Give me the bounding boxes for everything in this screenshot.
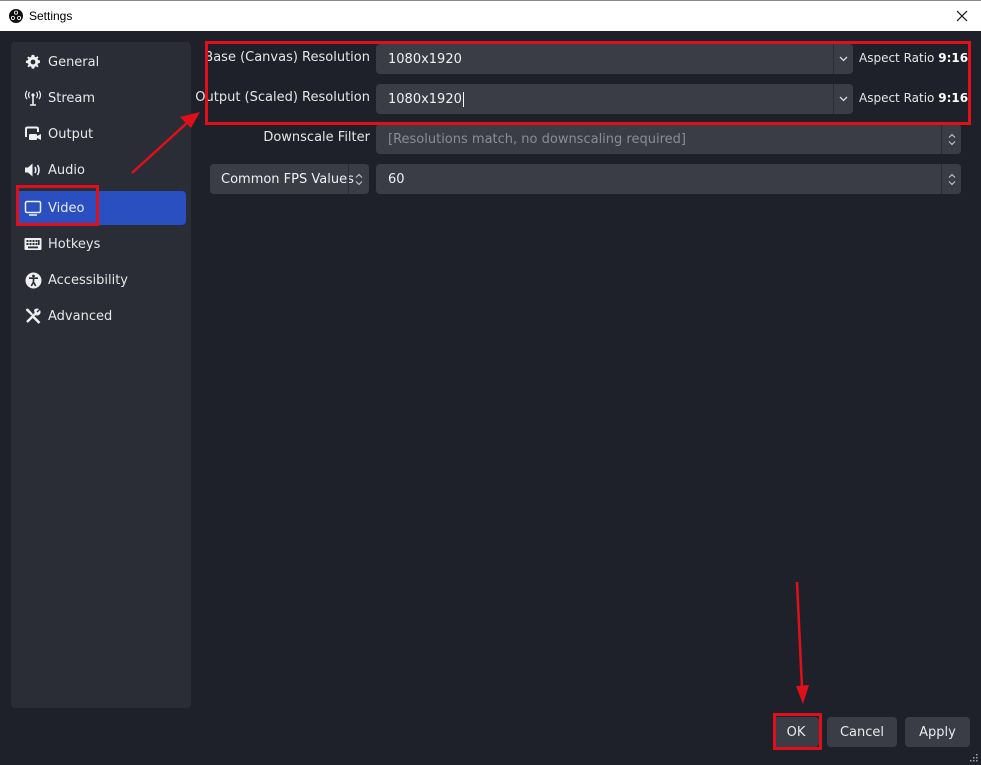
up-down-chevron-icon — [355, 173, 363, 185]
antenna-icon — [24, 89, 42, 107]
sidebar-item-accessibility[interactable]: Accessibility — [16, 263, 186, 297]
video-settings-panel: Base (Canvas) Resolution 1080x1920 Aspec… — [195, 31, 981, 711]
base-resolution-dropdown-button[interactable] — [833, 44, 853, 74]
base-resolution-label: Base (Canvas) Resolution — [204, 50, 370, 65]
gear-icon — [24, 53, 42, 71]
sidebar-item-stream[interactable]: Stream — [16, 81, 186, 115]
downscale-filter-spinner[interactable] — [941, 124, 961, 154]
sidebar-item-general[interactable]: General — [16, 45, 186, 79]
sidebar-item-output[interactable]: Output — [16, 117, 186, 151]
obs-logo-icon — [9, 9, 23, 23]
up-down-chevron-icon — [948, 173, 955, 185]
close-icon — [956, 10, 968, 22]
settings-window: General Stream Output Audio Video Hotkey… — [0, 31, 981, 765]
output-resolution-combobox[interactable]: 1080x1920 — [376, 84, 853, 114]
accessibility-icon — [24, 271, 42, 289]
settings-sidebar: General Stream Output Audio Video Hotkey… — [11, 42, 191, 708]
fps-type-spinner[interactable] — [348, 164, 369, 194]
fps-value: 60 — [388, 171, 405, 187]
base-resolution-value[interactable]: 1080x1920 — [376, 52, 462, 67]
output-resolution-dropdown-button[interactable] — [833, 84, 853, 114]
sidebar-item-video[interactable]: Video — [16, 191, 186, 225]
output-aspect-ratio: Aspect Ratio 9:16 — [859, 91, 969, 105]
monitor-icon — [24, 199, 42, 217]
base-aspect-ratio: Aspect Ratio 9:16 — [859, 51, 969, 65]
tools-icon — [24, 307, 42, 325]
output-resolution-value[interactable]: 1080x1920 — [376, 91, 464, 107]
keyboard-icon — [24, 235, 42, 253]
base-resolution-combobox[interactable]: 1080x1920 — [376, 44, 853, 74]
base-resolution-row: Base (Canvas) Resolution 1080x1920 Aspec… — [200, 44, 981, 74]
sidebar-item-audio[interactable]: Audio — [16, 153, 186, 187]
fps-value-select[interactable]: 60 — [376, 164, 961, 194]
chevron-down-icon — [839, 56, 848, 62]
output-resolution-row: Output (Scaled) Resolution 1080x1920 Asp… — [195, 84, 981, 114]
downscale-filter-value: [Resolutions match, no downscaling requi… — [388, 131, 686, 147]
ok-button[interactable]: OK — [773, 717, 819, 747]
fps-value-spinner[interactable] — [941, 164, 961, 194]
apply-button[interactable]: Apply — [905, 717, 970, 747]
speaker-icon — [24, 161, 42, 179]
sidebar-item-hotkeys[interactable]: Hotkeys — [16, 227, 186, 261]
fps-row: Common FPS Values 60 — [200, 164, 981, 194]
output-icon — [24, 125, 42, 143]
resize-grip-icon[interactable] — [970, 754, 978, 762]
text-cursor — [462, 91, 464, 107]
fps-type-value: Common FPS Values — [221, 171, 354, 187]
window-title: Settings — [29, 9, 73, 23]
up-down-chevron-icon — [948, 133, 955, 145]
chevron-down-icon — [839, 96, 848, 102]
close-button[interactable] — [949, 5, 975, 27]
downscale-filter-select[interactable]: [Resolutions match, no downscaling requi… — [376, 124, 961, 154]
output-resolution-label: Output (Scaled) Resolution — [195, 90, 370, 105]
downscale-filter-row: Downscale Filter [Resolutions match, no … — [200, 124, 981, 154]
fps-type-select[interactable]: Common FPS Values — [210, 164, 369, 194]
downscale-filter-label: Downscale Filter — [263, 130, 370, 145]
title-bar: Settings — [0, 0, 981, 31]
cancel-button[interactable]: Cancel — [827, 717, 897, 747]
sidebar-item-advanced[interactable]: Advanced — [16, 299, 186, 333]
